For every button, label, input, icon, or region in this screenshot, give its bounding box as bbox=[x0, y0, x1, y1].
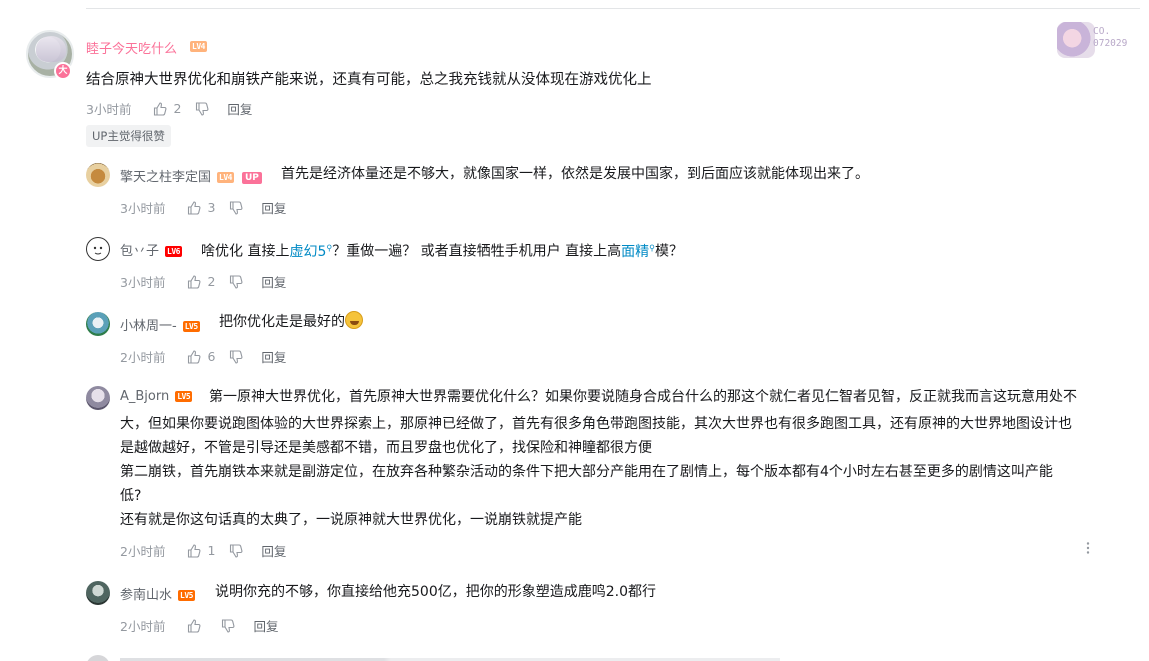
username[interactable]: 参南山水 bbox=[120, 588, 172, 603]
reply-button[interactable]: 回复 bbox=[253, 616, 278, 635]
thumb-down-icon bbox=[230, 543, 243, 558]
reply-meta: 2小时前 1 回复 bbox=[120, 541, 286, 560]
like-count: 1 bbox=[207, 543, 216, 558]
dislike-button[interactable] bbox=[229, 200, 243, 215]
comment-time: 3小时前 bbox=[86, 102, 132, 117]
like-button[interactable]: 6 bbox=[187, 349, 215, 364]
reply-meta: 2小时前 6 回复 bbox=[120, 347, 286, 366]
avatar[interactable] bbox=[86, 163, 110, 187]
username[interactable]: A_Bjorn bbox=[120, 389, 169, 404]
more-options-icon[interactable] bbox=[1083, 541, 1093, 555]
reply-text-line: 是越做越好，不管是引导还是美感都不错，而且罗盘也优化了，找保险和神瞳都很方便 bbox=[120, 440, 652, 456]
reply-text-line: 低? bbox=[120, 488, 142, 504]
username[interactable]: 包丷子 bbox=[120, 244, 159, 259]
link-text: 面精 bbox=[621, 243, 650, 260]
thumb-down-icon bbox=[196, 101, 209, 116]
fan-medal: CO. 072029 bbox=[1057, 22, 1141, 60]
reply-text: 首先是经济体量还是不够大，就像国家一样，依然是发展中国家，到后面应该就能体现出来… bbox=[281, 166, 869, 182]
reply-text-line: 第二崩铁，首先崩铁本来就是副游定位，在放弃各种繁杂活动的条件下把大部分产能用在了… bbox=[120, 464, 1053, 480]
search-link-ue5[interactable]: 虚幻5⚲ bbox=[289, 243, 332, 260]
medal-image bbox=[1057, 22, 1095, 58]
reply-text-line: 第一原神大世界优化，首先原神大世界需要优化什么？如果你要说随身合成台什么的那这个… bbox=[209, 389, 1077, 405]
thumb-up-icon bbox=[188, 543, 201, 558]
comment-text: 结合原神大世界优化和崩铁产能来说，还真有可能，总之我充钱就从没体现在游戏优化上 bbox=[86, 72, 652, 88]
reply-text: 啥优化 直接上虚幻5⚲？重做一遍？ 或者直接牺牲手机用户 直接上高面精⚲模？ bbox=[201, 236, 683, 264]
reply-button[interactable]: 回复 bbox=[261, 347, 286, 366]
thumb-up-icon bbox=[154, 101, 167, 116]
reply-text: 把你优化走是最好的 bbox=[219, 310, 363, 334]
level-badge: LV5 bbox=[182, 321, 200, 332]
avatar[interactable] bbox=[86, 312, 110, 336]
like-button[interactable]: 2 bbox=[187, 274, 215, 289]
like-count: 3 bbox=[207, 200, 216, 215]
text-part: 模？ bbox=[655, 243, 683, 260]
reply-text-line: 大，但如果你要说跑图体验的大世界探索上，那原神已经做了，首先有很多角色带跑图技能… bbox=[120, 416, 1072, 432]
dislike-button[interactable] bbox=[229, 349, 243, 364]
thumb-down-icon bbox=[222, 618, 235, 633]
level-badge: LV6 bbox=[165, 246, 182, 257]
medal-number: CO. 072029 bbox=[1093, 26, 1128, 49]
level-badge: LV5 bbox=[175, 391, 193, 402]
thumb-up-icon bbox=[188, 200, 201, 215]
thumb-up-icon bbox=[188, 618, 201, 633]
dislike-button[interactable] bbox=[229, 274, 243, 289]
thumb-down-icon bbox=[230, 349, 243, 364]
like-count: 6 bbox=[207, 349, 216, 364]
avatar[interactable] bbox=[86, 386, 110, 410]
like-button[interactable] bbox=[187, 618, 207, 633]
level-badge: LV4 bbox=[190, 41, 207, 52]
like-button[interactable]: 1 bbox=[187, 543, 215, 558]
text-part: 啥优化 直接上 bbox=[201, 243, 290, 260]
dislike-button[interactable] bbox=[229, 543, 243, 558]
level-badge: LV5 bbox=[178, 590, 195, 601]
thumb-up-icon bbox=[188, 274, 201, 289]
face-sketch-icon bbox=[93, 246, 103, 255]
reply-time: 2小时前 bbox=[120, 350, 166, 365]
thumb-down-icon bbox=[230, 274, 243, 289]
reply-button[interactable]: 回复 bbox=[227, 99, 252, 118]
like-button[interactable]: 3 bbox=[187, 200, 215, 215]
level-badge: LV4 bbox=[217, 172, 234, 183]
dislike-button[interactable] bbox=[221, 618, 235, 633]
up-liked-tag: UP主觉得很赞 bbox=[86, 125, 171, 147]
reply-button[interactable]: 回复 bbox=[261, 198, 286, 217]
username[interactable]: 睦子今天吃什么 bbox=[86, 38, 177, 57]
comment-meta: 3小时前 2 回复 bbox=[86, 99, 252, 118]
text-part: 把你优化走是最好的 bbox=[219, 314, 345, 330]
reply-text: 说明你充的不够，你直接给他充500亿，把你的形象塑造成鹿鸣2.0都行 bbox=[215, 584, 656, 600]
reply-text-line: 还有就是你这句话真的太典了，一说原神就大世界优化，一说崩铁就提产能 bbox=[120, 512, 582, 528]
username[interactable]: 擎天之柱李定国 bbox=[120, 170, 211, 185]
dislike-button[interactable] bbox=[195, 101, 209, 116]
search-link-mianjing[interactable]: 面精⚲ bbox=[621, 243, 655, 260]
reply-button[interactable]: 回复 bbox=[261, 541, 286, 560]
reply-time: 3小时前 bbox=[120, 201, 166, 216]
like-count: 2 bbox=[207, 274, 216, 289]
thumb-down-icon bbox=[230, 200, 243, 215]
reply-meta: 2小时前 回复 bbox=[120, 616, 278, 635]
like-button[interactable]: 2 bbox=[153, 101, 181, 116]
reply-time: 2小时前 bbox=[120, 544, 166, 559]
text-part: ？重做一遍？ 或者直接牺牲手机用户 直接上高 bbox=[332, 243, 622, 260]
link-text: 虚幻5 bbox=[289, 243, 327, 260]
reply-time: 2小时前 bbox=[120, 619, 166, 634]
reply-button[interactable]: 回复 bbox=[261, 272, 286, 291]
like-count: 2 bbox=[173, 101, 182, 116]
username[interactable]: 小林周一- bbox=[120, 319, 177, 334]
vip-badge: 大 bbox=[54, 62, 72, 80]
avatar[interactable] bbox=[86, 237, 110, 261]
reply-time: 3小时前 bbox=[120, 275, 166, 290]
reply-meta: 3小时前 2 回复 bbox=[120, 272, 286, 291]
top-divider bbox=[86, 8, 1140, 9]
reply-meta: 3小时前 3 回复 bbox=[120, 198, 286, 217]
emoji-laugh-icon bbox=[345, 311, 363, 329]
avatar[interactable] bbox=[86, 655, 110, 661]
avatar[interactable] bbox=[86, 581, 110, 605]
up-badge: UP bbox=[241, 171, 262, 184]
thumb-up-icon bbox=[188, 349, 201, 364]
